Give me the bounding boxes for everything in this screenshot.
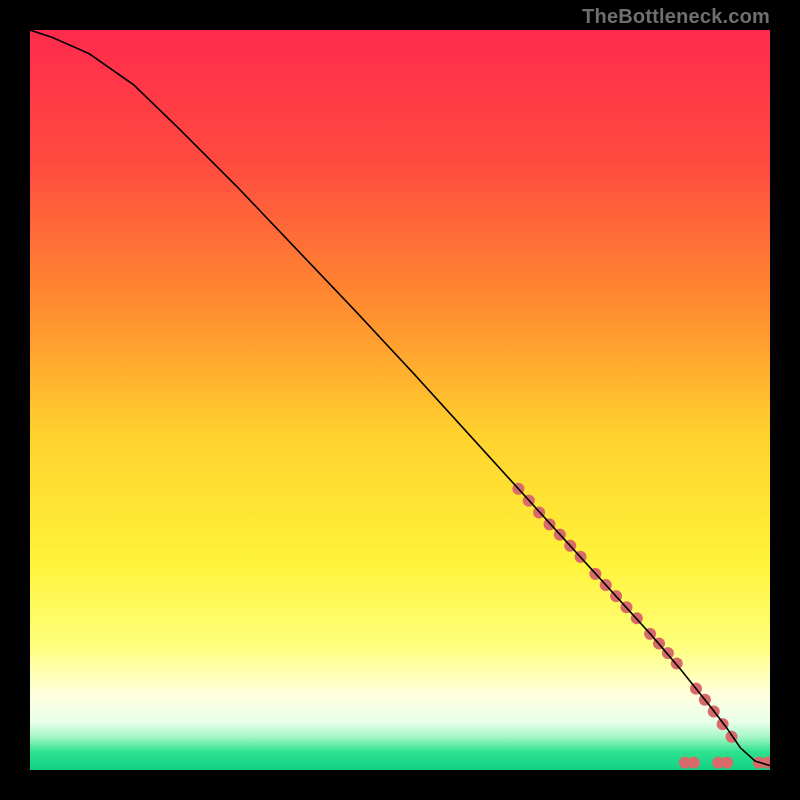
marker-dot [688, 757, 700, 769]
chart-background [30, 30, 770, 770]
plot-area [30, 30, 770, 770]
watermark-text: TheBottleneck.com [582, 6, 770, 29]
chart-frame: TheBottleneck.com [0, 0, 800, 800]
chart-svg [30, 30, 770, 770]
marker-dot [721, 757, 733, 769]
